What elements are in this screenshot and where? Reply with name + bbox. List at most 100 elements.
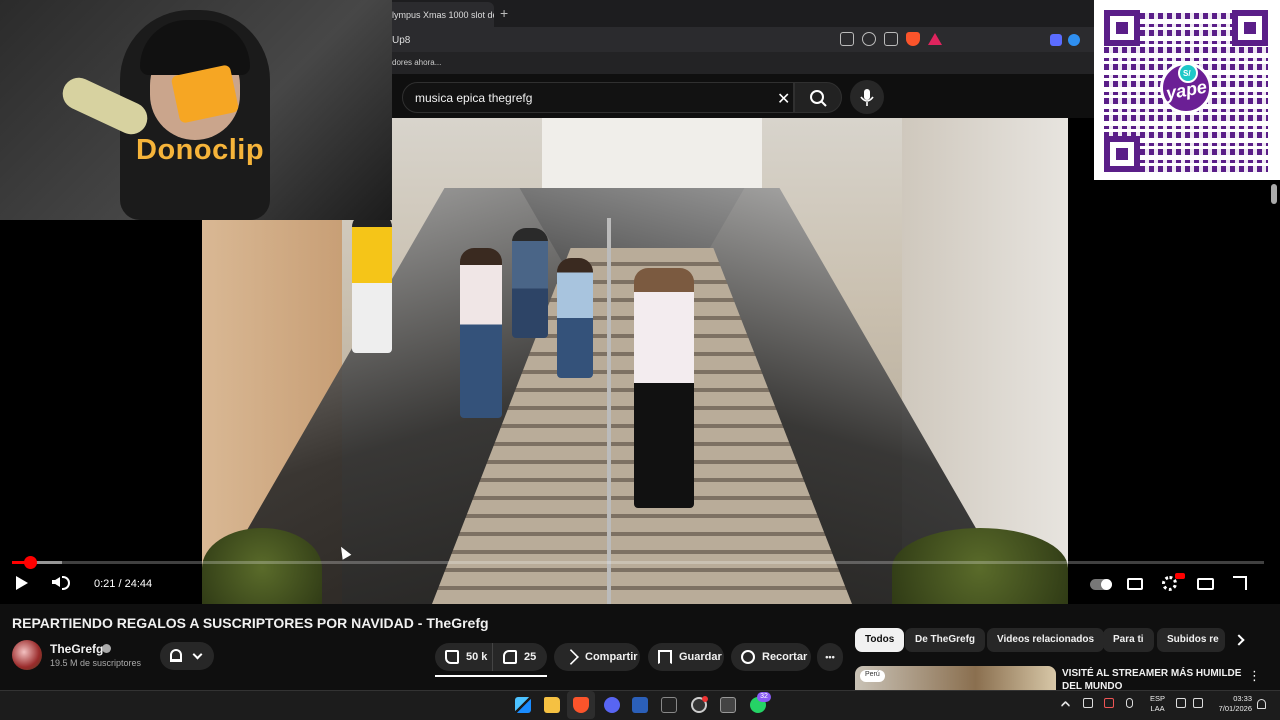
keyboard-layout: LAA xyxy=(1150,704,1165,713)
windows-start-icon[interactable] xyxy=(515,697,531,713)
like-dislike-group: 50 k 25 xyxy=(435,643,547,671)
thumbs-down-icon xyxy=(503,650,517,664)
clip-button[interactable]: Recortar xyxy=(731,643,811,671)
thumbs-up-icon xyxy=(445,650,459,664)
video-scene-plant xyxy=(202,528,322,604)
webcam-overlay: Donoclip xyxy=(0,0,392,220)
cast-icon[interactable] xyxy=(840,32,854,46)
subscriber-count: 19.5 M de suscriptores xyxy=(50,658,142,668)
discord-icon[interactable] xyxy=(604,697,620,713)
video-person xyxy=(460,248,502,418)
clip-label: Recortar xyxy=(762,651,808,663)
share-page-icon[interactable] xyxy=(884,32,898,46)
file-explorer-icon[interactable] xyxy=(544,697,560,713)
video-person xyxy=(634,268,694,508)
subtitles-icon[interactable] xyxy=(1127,578,1143,590)
like-button[interactable]: 50 k xyxy=(435,643,493,671)
verified-icon xyxy=(102,644,111,653)
system-clock[interactable]: 03:33 7/01/2026 xyxy=(1212,694,1252,714)
volume-icon[interactable] xyxy=(52,577,60,587)
yape-qr-code: S/ yape xyxy=(1094,0,1280,180)
share-button[interactable]: Compartir xyxy=(554,643,640,671)
dislike-count: 25 xyxy=(524,651,537,663)
epic-games-icon[interactable] xyxy=(661,697,677,713)
subscription-bell-button[interactable] xyxy=(160,642,214,670)
video-scene-building xyxy=(542,118,762,188)
channel-avatar[interactable] xyxy=(12,640,42,670)
qr-finder xyxy=(1104,10,1140,46)
chip-related[interactable]: Videos relacionados xyxy=(987,628,1105,652)
fullscreen-icon[interactable] xyxy=(1233,576,1247,590)
qr-finder xyxy=(1232,10,1268,46)
tray-mic-icon[interactable] xyxy=(1126,698,1133,708)
share-icon xyxy=(563,649,579,665)
language-code: ESP xyxy=(1150,694,1166,703)
speaker-icon[interactable] xyxy=(1193,698,1203,708)
save-label: Guardar xyxy=(679,651,722,663)
theater-mode-icon[interactable] xyxy=(1197,578,1214,590)
yape-badge-text: S/ xyxy=(1183,69,1191,78)
share-label: Compartir xyxy=(585,651,638,663)
new-tab-button[interactable]: + xyxy=(500,5,508,21)
recommended-video-thumbnail[interactable]: Perú xyxy=(855,666,1056,690)
chip-all[interactable]: Todos xyxy=(855,628,905,652)
recording-indicator xyxy=(702,696,708,702)
app-icon[interactable] xyxy=(720,697,736,713)
chip-uploaded[interactable]: Subidos re xyxy=(1157,628,1225,652)
language-indicator[interactable]: ESP LAA xyxy=(1150,694,1165,714)
search-input[interactable]: musica epica thegrefg ✕ xyxy=(402,82,794,113)
more-actions-button[interactable]: ••• xyxy=(817,643,843,671)
clock-time: 03:33 xyxy=(1233,694,1252,703)
microphone-icon xyxy=(860,89,874,106)
brave-rewards-icon[interactable] xyxy=(928,33,942,45)
search-icon xyxy=(810,90,827,107)
brave-shields-icon[interactable] xyxy=(906,32,920,46)
more-icon: ••• xyxy=(825,652,835,662)
autoplay-toggle[interactable] xyxy=(1090,579,1112,590)
video-person xyxy=(512,228,548,338)
bookmark-icon xyxy=(658,650,672,664)
word-icon[interactable] xyxy=(632,697,648,713)
address-bar-actions xyxy=(840,32,942,46)
search-button[interactable] xyxy=(794,82,842,113)
save-button[interactable]: Guardar xyxy=(648,643,724,671)
like-underline xyxy=(435,675,547,677)
url-text[interactable]: Up8 xyxy=(392,35,410,46)
time-display: 0:21 / 24:44 xyxy=(94,578,153,590)
video-title: REPARTIENDO REGALOS A SUSCRIPTORES POR N… xyxy=(12,615,489,631)
volume-wave-icon xyxy=(62,576,70,590)
voice-search-button[interactable] xyxy=(850,80,884,114)
search-query[interactable]: musica epica thegrefg xyxy=(415,91,532,105)
tray-app-icon[interactable] xyxy=(1104,698,1114,708)
channel-name[interactable]: TheGrefg xyxy=(50,642,103,656)
extension-icon[interactable] xyxy=(1068,34,1080,46)
extension-icon[interactable] xyxy=(1050,34,1062,46)
chevron-right-icon[interactable] xyxy=(1233,634,1245,646)
brave-browser-icon[interactable] xyxy=(573,697,589,713)
bookmark-item[interactable]: dores ahora... xyxy=(392,58,441,67)
chevron-down-icon xyxy=(192,649,203,660)
play-button[interactable] xyxy=(16,576,28,590)
zoom-icon[interactable] xyxy=(862,32,876,46)
progress-scrubber[interactable] xyxy=(23,556,37,569)
recommended-more-icon[interactable]: ⋮ xyxy=(1248,668,1261,684)
tray-app-icon[interactable] xyxy=(1083,698,1093,708)
video-scene-plant xyxy=(892,528,1068,604)
dislike-button[interactable]: 25 xyxy=(493,643,547,671)
video-person xyxy=(352,213,392,353)
like-count: 50 k xyxy=(466,651,488,663)
location-tag: Perú xyxy=(860,670,885,682)
browser-tab[interactable]: lympus Xmas 1000 slot de xyxy=(384,2,494,27)
recommended-video-title[interactable]: VISITÉ AL STREAMER MÁS HUMILDE DEL MUNDO xyxy=(1062,667,1242,690)
page-scrollbar[interactable] xyxy=(1271,184,1277,204)
scissors-icon xyxy=(741,650,755,664)
notification-bell-icon[interactable] xyxy=(1257,699,1266,709)
chip-for-you[interactable]: Para ti xyxy=(1103,628,1154,652)
close-icon[interactable]: ✕ xyxy=(777,89,790,109)
progress-bar[interactable] xyxy=(12,556,1264,569)
network-icon[interactable] xyxy=(1176,698,1186,708)
clock-date: 7/01/2026 xyxy=(1218,704,1252,713)
video-person xyxy=(557,258,593,378)
chip-from-channel[interactable]: De TheGrefg xyxy=(905,628,986,652)
hd-badge xyxy=(1175,573,1185,579)
